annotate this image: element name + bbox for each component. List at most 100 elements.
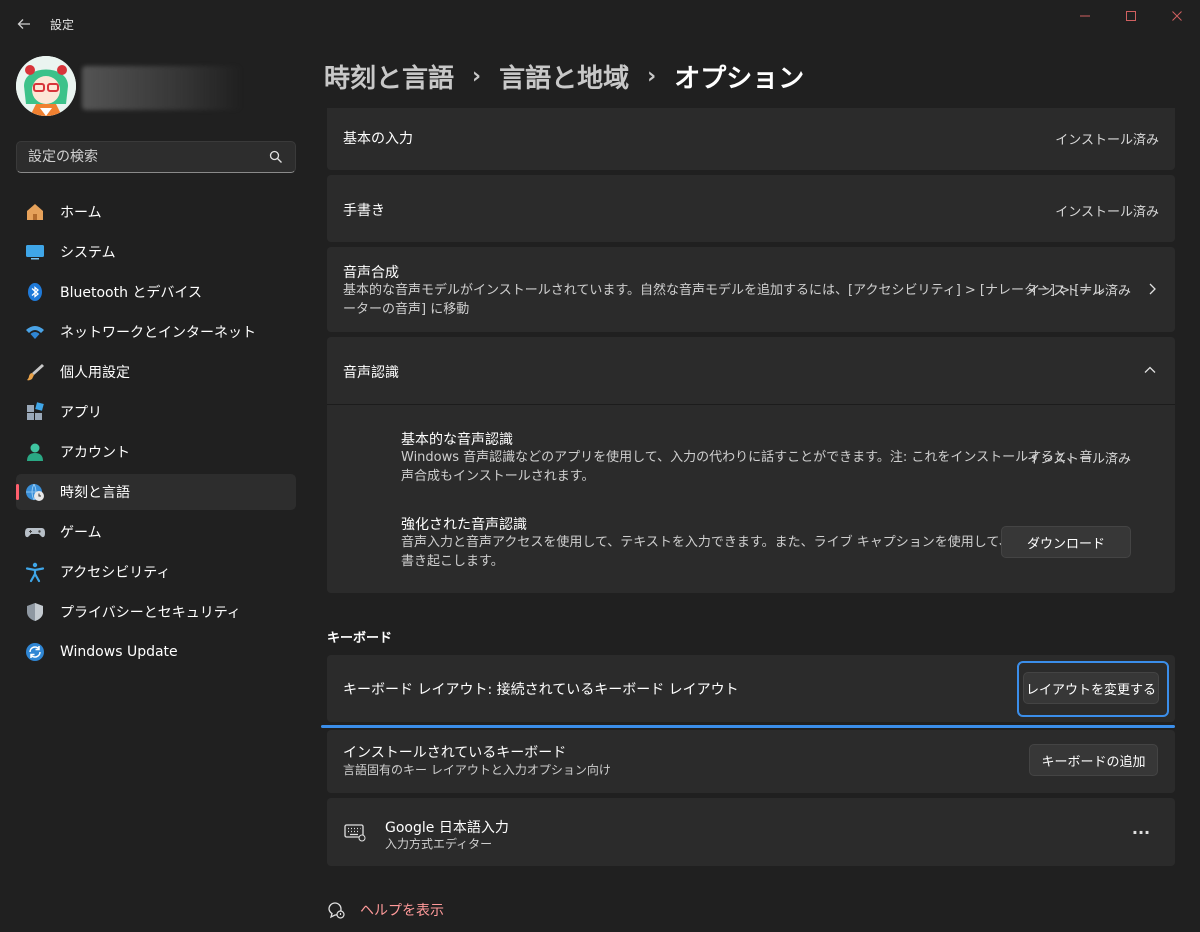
status-badge: インストール済み: [1027, 284, 1131, 299]
search-icon: [269, 150, 282, 163]
sidebar-item-label: ホーム: [60, 205, 102, 221]
feature-title: 基本の入力: [343, 131, 413, 147]
ime-title: Google 日本語入力: [385, 820, 509, 836]
sidebar-item-label: ネットワークとインターネット: [60, 325, 256, 341]
sidebar-item-time-language[interactable]: 時刻と言語: [16, 474, 296, 510]
home-icon: [24, 201, 46, 223]
app-title: 設定: [50, 18, 75, 32]
feature-title: 音声合成: [343, 265, 399, 281]
help-link-row[interactable]: ヘルプを表示: [326, 900, 444, 920]
shield-icon: [24, 601, 46, 623]
sidebar-item-privacy[interactable]: プライバシーとセキュリティ: [16, 594, 296, 630]
enhanced-speech-desc-line1: 音声入力と音声アクセスを使用して、テキストを入力できます。また、ライブ キャプシ…: [401, 535, 1051, 550]
apps-icon: [24, 401, 46, 423]
basic-speech-title: 基本的な音声認識: [401, 432, 513, 448]
basic-speech-desc-line2: 声合成もインストールされます。: [401, 469, 595, 484]
sidebar-item-label: アプリ: [60, 405, 102, 421]
feature-title: 手書き: [343, 203, 385, 219]
status-badge: インストール済み: [1055, 133, 1159, 148]
sidebar-item-label: ゲーム: [60, 525, 102, 541]
keyboard-icon: [343, 820, 367, 844]
ime-desc: 入力方式エディター: [385, 837, 493, 851]
sidebar-item-home[interactable]: ホーム: [16, 194, 296, 230]
sidebar-item-accounts[interactable]: アカウント: [16, 434, 296, 470]
accessibility-icon: [24, 561, 46, 583]
sidebar-item-network[interactable]: ネットワークとインターネット: [16, 314, 296, 350]
sidebar-item-apps[interactable]: アプリ: [16, 394, 296, 430]
sidebar-item-label: アクセシビリティ: [60, 565, 171, 581]
sidebar-item-label: Windows Update: [60, 644, 178, 660]
sidebar-item-label: 個人用設定: [60, 365, 130, 381]
help-link[interactable]: ヘルプを表示: [360, 900, 444, 920]
feature-speech-recognition: 音声認識 基本的な音声認識 Windows 音声認識などのアプリを使用して、入力…: [327, 337, 1175, 593]
more-options-button[interactable]: ···: [1127, 820, 1155, 844]
feature-basic-input: 基本の入力 インストール済み: [327, 108, 1175, 170]
user-name-redacted: [82, 66, 242, 110]
minimize-icon: [1080, 15, 1090, 17]
maximize-icon: [1126, 11, 1136, 21]
breadcrumb-language-region[interactable]: 言語と地域: [499, 58, 629, 95]
sidebar-item-personalization[interactable]: 個人用設定: [16, 354, 296, 390]
sidebar-item-gaming[interactable]: ゲーム: [16, 514, 296, 550]
breadcrumb-separator: ›: [472, 63, 482, 89]
bluetooth-icon: [24, 281, 46, 303]
speech-expander-header[interactable]: 音声認識: [327, 337, 1175, 404]
add-keyboard-button[interactable]: キーボードの追加: [1029, 744, 1158, 776]
installed-keyboards-title: インストールされているキーボード: [343, 745, 567, 761]
settings-search[interactable]: [16, 141, 296, 173]
chevron-up-icon: [1143, 363, 1157, 377]
page-title: オプション: [674, 63, 805, 94]
back-button[interactable]: [10, 10, 38, 38]
account-icon: [24, 441, 46, 463]
sidebar-nav: ホーム システム Bluetooth とデバイス ネットワークとインターネット …: [16, 194, 296, 674]
gamepad-icon: [24, 521, 46, 543]
maximize-button[interactable]: [1108, 0, 1154, 32]
sidebar-item-label: システム: [60, 245, 116, 261]
brush-icon: [24, 361, 46, 383]
installed-keyboards-desc: 言語固有のキー レイアウトと入力オプション向け: [343, 763, 611, 777]
close-icon: [1172, 11, 1182, 21]
search-input[interactable]: [17, 142, 257, 172]
progress-bar: [321, 725, 1175, 728]
sidebar-item-accessibility[interactable]: アクセシビリティ: [16, 554, 296, 590]
ime-google-japanese: Google 日本語入力 入力方式エディター ···: [327, 798, 1175, 866]
help-icon: [328, 902, 345, 919]
feature-desc-line2: ーターの音声] に移動: [343, 302, 470, 317]
download-button[interactable]: ダウンロード: [1001, 526, 1131, 558]
avatar-image-icon: [16, 56, 76, 116]
title-bar: 設定: [0, 0, 1200, 48]
status-badge: インストール済み: [1027, 452, 1131, 467]
minimize-button[interactable]: [1062, 0, 1108, 32]
more-options-icon: ···: [1131, 822, 1151, 842]
sidebar-item-windows-update[interactable]: Windows Update: [16, 634, 296, 670]
monitor-icon: [24, 241, 46, 263]
section-label-keyboard: キーボード: [327, 631, 393, 646]
globe-clock-icon: [24, 481, 46, 503]
update-icon: [24, 641, 46, 663]
installed-keyboards-row: インストールされているキーボード 言語固有のキー レイアウトと入力オプション向け…: [327, 730, 1175, 793]
feature-handwriting: 手書き インストール済み: [327, 175, 1175, 242]
breadcrumb-time-language[interactable]: 時刻と言語: [324, 58, 454, 95]
wifi-icon: [24, 321, 46, 343]
enhanced-speech-title: 強化された音声認識: [401, 517, 527, 533]
sidebar-item-system[interactable]: システム: [16, 234, 296, 270]
enhanced-speech-desc-line2: 書き起こします。: [401, 554, 504, 569]
chevron-right-icon: [1145, 282, 1159, 296]
status-badge: インストール済み: [1055, 205, 1159, 220]
sidebar-item-bluetooth[interactable]: Bluetooth とデバイス: [16, 274, 296, 310]
feature-title: 音声認識: [343, 365, 399, 381]
keyboard-layout-title: キーボード レイアウト: 接続されているキーボード レイアウト: [343, 682, 739, 698]
avatar: [16, 56, 76, 116]
close-button[interactable]: [1154, 0, 1200, 32]
sidebar-item-label: アカウント: [60, 445, 130, 461]
expander-divider: [327, 404, 1175, 405]
user-profile[interactable]: [16, 56, 76, 116]
sidebar-item-label: Bluetooth とデバイス: [60, 285, 202, 301]
breadcrumb: 時刻と言語 › 言語と地域 › オプション: [324, 56, 804, 96]
sidebar-item-label: プライバシーとセキュリティ: [60, 605, 241, 621]
change-layout-button[interactable]: レイアウトを変更する: [1023, 672, 1159, 704]
sidebar-item-label: 時刻と言語: [60, 485, 130, 501]
feature-desc-line1: 基本的な音声モデルがインストールされています。自然な音声モデルを追加するには、[…: [343, 283, 1106, 298]
feature-text-to-speech[interactable]: 音声合成 基本的な音声モデルがインストールされています。自然な音声モデルを追加す…: [327, 247, 1175, 332]
breadcrumb-separator: ›: [647, 63, 657, 89]
